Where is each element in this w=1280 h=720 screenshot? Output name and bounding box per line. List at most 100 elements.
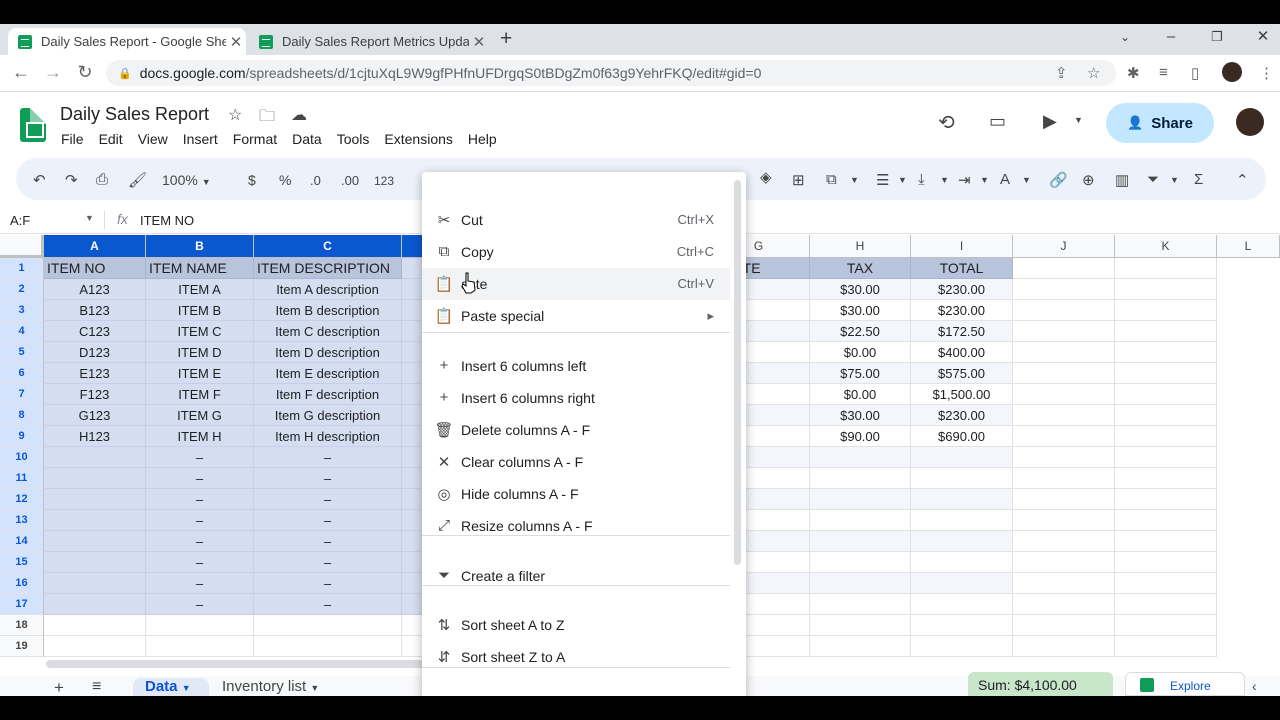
column-header-k[interactable]: K bbox=[1115, 235, 1217, 258]
cell[interactable] bbox=[1115, 468, 1217, 489]
menu-help[interactable]: Help bbox=[468, 131, 497, 147]
row-header[interactable]: 6 bbox=[0, 363, 44, 384]
sheets-logo[interactable] bbox=[20, 108, 46, 142]
menu-item-create-a-filter[interactable]: ⏷ Create a filter bbox=[422, 560, 730, 592]
column-header-c[interactable]: C bbox=[254, 235, 402, 258]
cell[interactable]: – bbox=[146, 594, 254, 615]
menu-extensions[interactable]: Extensions bbox=[384, 131, 452, 147]
cell[interactable] bbox=[1115, 258, 1217, 279]
new-tab-icon[interactable]: + bbox=[500, 27, 512, 51]
cell[interactable] bbox=[1115, 384, 1217, 405]
cell[interactable]: Item C description bbox=[254, 321, 402, 342]
cell[interactable] bbox=[1115, 510, 1217, 531]
cell[interactable]: ITEM F bbox=[146, 384, 254, 405]
menu-tools[interactable]: Tools bbox=[337, 131, 370, 147]
browser-tab-1[interactable]: Daily Sales Report - Google Shee ✕ bbox=[8, 28, 246, 55]
cell[interactable] bbox=[44, 447, 146, 468]
cell[interactable] bbox=[911, 552, 1013, 573]
profile-avatar[interactable] bbox=[1222, 62, 1242, 82]
browser-menu-icon[interactable]: ⋮ bbox=[1259, 64, 1274, 82]
cell[interactable]: $30.00 bbox=[810, 279, 911, 300]
cell[interactable]: Item H description bbox=[254, 426, 402, 447]
menu-format[interactable]: Format bbox=[233, 131, 277, 147]
cell[interactable] bbox=[1115, 426, 1217, 447]
menu-scrollbar[interactable] bbox=[734, 180, 741, 565]
menu-item-conditional-formatting[interactable]: 🖌Conditional formatting bbox=[422, 691, 730, 696]
row-header[interactable]: 17 bbox=[0, 594, 44, 615]
cell[interactable] bbox=[44, 468, 146, 489]
cell[interactable]: – bbox=[254, 531, 402, 552]
cell[interactable]: $575.00 bbox=[911, 363, 1013, 384]
explore-button[interactable]: Explore bbox=[1125, 672, 1245, 696]
cell[interactable] bbox=[810, 615, 911, 636]
cell[interactable] bbox=[1013, 258, 1115, 279]
chevron-down-icon[interactable]: ▼ bbox=[940, 175, 949, 185]
cell[interactable] bbox=[1115, 615, 1217, 636]
cell[interactable]: F123 bbox=[44, 384, 146, 405]
cell[interactable]: TOTAL bbox=[911, 258, 1013, 279]
cell[interactable]: – bbox=[254, 573, 402, 594]
cell[interactable] bbox=[911, 594, 1013, 615]
cell[interactable]: – bbox=[254, 489, 402, 510]
chevron-down-icon[interactable]: ▼ bbox=[310, 683, 319, 693]
chevron-down-icon[interactable]: ▼ bbox=[85, 213, 94, 223]
cell[interactable] bbox=[810, 594, 911, 615]
menu-item-delete-columns-a-f[interactable]: 🗑 Delete columns A - F bbox=[422, 414, 730, 446]
fill-color-icon[interactable]: ◈ bbox=[760, 168, 772, 186]
cell[interactable]: ITEM NO bbox=[44, 258, 146, 279]
menu-file[interactable]: File bbox=[61, 131, 84, 147]
zoom-select[interactable]: 100% ▼ bbox=[162, 172, 211, 188]
browser-tab-2[interactable]: Daily Sales Report Metrics Updat ✕ bbox=[249, 28, 489, 55]
menu-item-sort-sheet-a-to-z[interactable]: ⇅ Sort sheet A to Z bbox=[422, 609, 730, 641]
document-title[interactable]: Daily Sales Report bbox=[60, 104, 209, 125]
cell[interactable] bbox=[1115, 594, 1217, 615]
reload-icon[interactable]: ↻ bbox=[72, 62, 98, 83]
functions-icon[interactable]: Σ bbox=[1194, 171, 1203, 188]
merge-cells-icon[interactable]: ⧉ bbox=[826, 171, 837, 188]
menu-item-paste-special[interactable]: 📋 Paste special ▸ bbox=[422, 300, 730, 332]
text-rotation-icon[interactable]: A bbox=[1000, 171, 1010, 188]
cell[interactable] bbox=[1013, 300, 1115, 321]
cell[interactable] bbox=[1013, 279, 1115, 300]
row-header[interactable]: 3 bbox=[0, 300, 44, 321]
row-header[interactable]: 13 bbox=[0, 510, 44, 531]
cell[interactable] bbox=[911, 510, 1013, 531]
meet-icon[interactable]: ▶ bbox=[1043, 111, 1057, 132]
cell[interactable] bbox=[1013, 594, 1115, 615]
cell[interactable] bbox=[1115, 552, 1217, 573]
cell[interactable]: ITEM B bbox=[146, 300, 254, 321]
cell[interactable]: Item D description bbox=[254, 342, 402, 363]
side-panel-icon[interactable]: ▯ bbox=[1191, 64, 1199, 82]
column-header-h[interactable]: H bbox=[810, 235, 911, 258]
cell[interactable] bbox=[44, 594, 146, 615]
cell[interactable]: Item G description bbox=[254, 405, 402, 426]
bookmark-star-icon[interactable]: ☆ bbox=[1087, 64, 1100, 82]
cell[interactable] bbox=[911, 573, 1013, 594]
cell[interactable] bbox=[44, 510, 146, 531]
cell[interactable] bbox=[1013, 615, 1115, 636]
currency-format-button[interactable]: $ bbox=[248, 172, 256, 188]
cell[interactable]: ITEM NAME bbox=[146, 258, 254, 279]
cell[interactable]: $1,500.00 bbox=[911, 384, 1013, 405]
cell[interactable] bbox=[810, 552, 911, 573]
menu-item-clear-columns-a-f[interactable]: ✕ Clear columns A - F bbox=[422, 446, 730, 478]
cell[interactable] bbox=[810, 531, 911, 552]
menu-item-hide-columns-a-f[interactable]: ◎ Hide columns A - F bbox=[422, 478, 730, 510]
menu-data[interactable]: Data bbox=[292, 131, 322, 147]
cell[interactable]: $0.00 bbox=[810, 342, 911, 363]
row-header[interactable]: 2 bbox=[0, 279, 44, 300]
cell[interactable] bbox=[1013, 384, 1115, 405]
row-header[interactable]: 8 bbox=[0, 405, 44, 426]
cell[interactable]: $172.50 bbox=[911, 321, 1013, 342]
cell[interactable]: $22.50 bbox=[810, 321, 911, 342]
cell[interactable] bbox=[1115, 405, 1217, 426]
cell[interactable] bbox=[1115, 636, 1217, 657]
cell[interactable] bbox=[1013, 321, 1115, 342]
cell[interactable]: TAX bbox=[810, 258, 911, 279]
account-avatar[interactable] bbox=[1236, 108, 1264, 136]
percent-format-button[interactable]: % bbox=[279, 172, 291, 188]
cell[interactable]: – bbox=[254, 594, 402, 615]
version-history-icon[interactable]: ⟲ bbox=[938, 110, 955, 135]
cell[interactable]: $75.00 bbox=[810, 363, 911, 384]
cell[interactable]: ITEM E bbox=[146, 363, 254, 384]
